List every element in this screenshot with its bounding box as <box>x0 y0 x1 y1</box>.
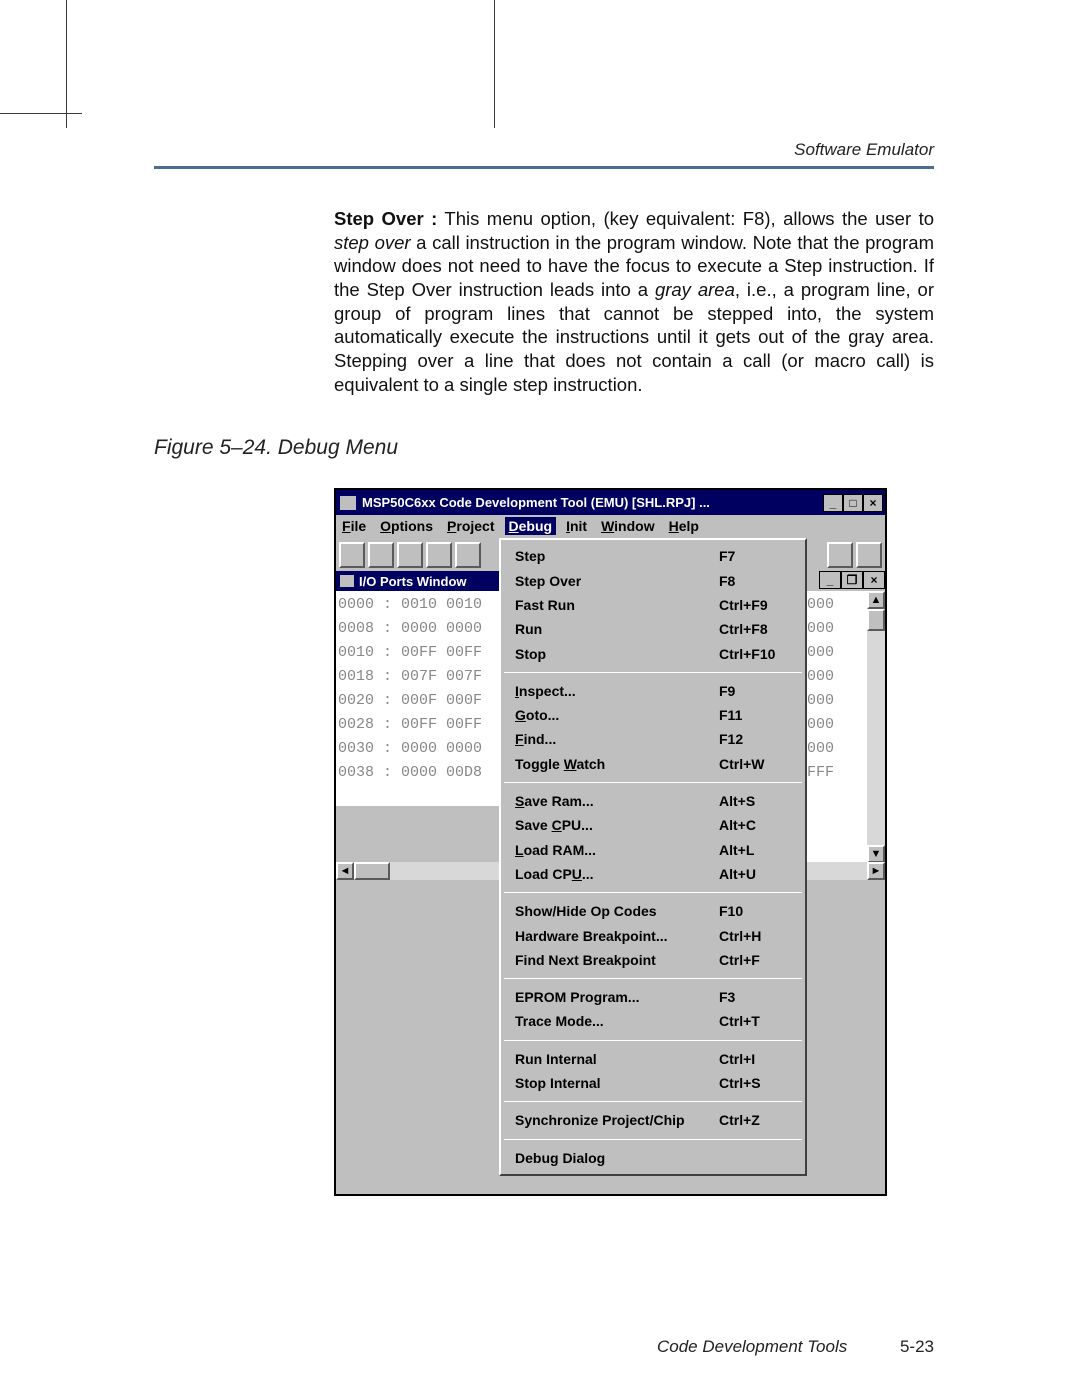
menu-item[interactable]: Run InternalCtrl+I <box>501 1047 805 1071</box>
page-footer: Code Development Tools 5-23 <box>154 1337 934 1357</box>
toolbar-button[interactable] <box>368 542 394 568</box>
scroll-down-button[interactable]: ▼ <box>867 845 885 863</box>
maximize-button[interactable]: □ <box>843 494 863 512</box>
para-text: This menu option, (key equivalent: F8), … <box>437 208 934 229</box>
para-lead: Step Over : <box>334 208 437 229</box>
menu-item[interactable]: Find...F12 <box>501 727 805 751</box>
toolbar-button[interactable] <box>426 542 452 568</box>
menu-separator <box>504 978 802 979</box>
minimize-button[interactable]: _ <box>823 494 843 512</box>
toolbar-button[interactable] <box>856 542 882 568</box>
menu-item[interactable]: Load RAM...Alt+L <box>501 838 805 862</box>
menu-separator <box>504 1101 802 1102</box>
menu-file[interactable]: File <box>342 518 366 534</box>
scroll-left-button[interactable]: ◄ <box>336 862 354 880</box>
io-row: 0028 : 00FF 00FF <box>338 713 497 737</box>
menu-separator <box>504 892 802 893</box>
mdi-minimize-button[interactable]: _ <box>819 571 841 589</box>
crop-mark <box>494 0 495 128</box>
system-menu-icon[interactable] <box>340 496 356 510</box>
menu-item[interactable]: Synchronize Project/ChipCtrl+Z <box>501 1108 805 1132</box>
footer-page-number: 5-23 <box>900 1337 934 1356</box>
footer-title: Code Development Tools <box>657 1337 847 1356</box>
toolbar-button[interactable] <box>397 542 423 568</box>
menu-separator <box>504 672 802 673</box>
para-em: step over <box>334 232 411 253</box>
crop-mark <box>0 113 82 114</box>
menu-item[interactable]: Toggle WatchCtrl+W <box>501 752 805 776</box>
debug-dropdown-menu[interactable]: StepF7Step OverF8Fast RunCtrl+F9RunCtrl+… <box>499 538 807 1176</box>
io-row: 0020 : 000F 000F <box>338 689 497 713</box>
scroll-thumb[interactable] <box>867 609 885 631</box>
crop-mark <box>66 0 67 128</box>
io-row: 0038 : 0000 00D8 <box>338 761 497 785</box>
menu-item[interactable]: Show/Hide Op CodesF10 <box>501 899 805 923</box>
mdi-child-titlebar[interactable]: I/O Ports Window <box>336 571 499 591</box>
toolbar-button[interactable] <box>827 542 853 568</box>
menu-item[interactable]: Load CPU...Alt+U <box>501 862 805 886</box>
menu-help[interactable]: Help <box>669 518 699 534</box>
menu-item[interactable]: Stop InternalCtrl+S <box>501 1071 805 1095</box>
scroll-right-button[interactable]: ► <box>867 862 885 880</box>
system-menu-icon[interactable] <box>340 575 354 587</box>
io-row: 0008 : 0000 0000 <box>338 617 497 641</box>
head-rule <box>154 166 934 169</box>
menu-item[interactable]: EPROM Program...F3 <box>501 985 805 1009</box>
menu-separator <box>504 1040 802 1041</box>
mdi-title-text: I/O Ports Window <box>359 574 467 589</box>
mdi-close-button[interactable]: × <box>863 571 885 589</box>
mdi-restore-button[interactable]: ❐ <box>841 571 863 589</box>
scroll-up-button[interactable]: ▲ <box>867 591 885 609</box>
menu-item[interactable]: RunCtrl+F8 <box>501 617 805 641</box>
para-em: gray area <box>655 279 735 300</box>
close-button[interactable]: × <box>863 494 883 512</box>
menu-window[interactable]: Window <box>601 518 655 534</box>
window-title: MSP50C6xx Code Development Tool (EMU) [S… <box>362 495 710 510</box>
io-row: 0018 : 007F 007F <box>338 665 497 689</box>
menu-item[interactable]: Step OverF8 <box>501 569 805 593</box>
menu-separator <box>504 782 802 783</box>
menu-item[interactable]: StepF7 <box>501 544 805 568</box>
scroll-thumb[interactable] <box>354 862 390 880</box>
menu-project[interactable]: Project <box>447 518 494 534</box>
io-row: 0030 : 0000 0000 <box>338 737 497 761</box>
io-row: 0000 : 0010 0010 <box>338 593 497 617</box>
menubar[interactable]: File Options Project Debug Init Window Help <box>336 515 885 538</box>
menu-item[interactable]: Hardware Breakpoint...Ctrl+H <box>501 924 805 948</box>
io-ports-panel[interactable]: 0000 : 0010 00100008 : 0000 00000010 : 0… <box>336 591 499 806</box>
io-row: 0010 : 00FF 00FF <box>338 641 497 665</box>
toolbar-button[interactable] <box>339 542 365 568</box>
menu-init[interactable]: Init <box>566 518 587 534</box>
menu-options[interactable]: Options <box>380 518 433 534</box>
menu-debug[interactable]: Debug <box>505 517 557 535</box>
menu-item[interactable]: Debug Dialog <box>501 1146 805 1170</box>
menu-item[interactable]: Goto...F11 <box>501 703 805 727</box>
menu-item[interactable]: Save CPU...Alt+C <box>501 813 805 837</box>
menu-separator <box>504 1139 802 1140</box>
menu-item[interactable]: Inspect...F9 <box>501 679 805 703</box>
app-window: MSP50C6xx Code Development Tool (EMU) [S… <box>334 488 887 1196</box>
menu-item[interactable]: StopCtrl+F10 <box>501 642 805 666</box>
menu-item[interactable]: Trace Mode...Ctrl+T <box>501 1009 805 1033</box>
figure-caption: Figure 5–24. Debug Menu <box>154 436 934 460</box>
titlebar[interactable]: MSP50C6xx Code Development Tool (EMU) [S… <box>336 490 885 515</box>
menu-item[interactable]: Save Ram...Alt+S <box>501 789 805 813</box>
menu-item[interactable]: Fast RunCtrl+F9 <box>501 593 805 617</box>
menu-item[interactable]: Find Next BreakpointCtrl+F <box>501 948 805 972</box>
scroll-track[interactable] <box>867 631 885 845</box>
body-paragraph: Step Over : This menu option, (key equiv… <box>334 207 934 396</box>
toolbar-button[interactable] <box>455 542 481 568</box>
vertical-scrollbar[interactable]: ▲ ▼ <box>867 591 885 863</box>
running-head: Software Emulator <box>154 140 934 166</box>
client-area: I/O Ports Window _ ❐ × 0000 : 0010 00100… <box>336 538 885 1194</box>
